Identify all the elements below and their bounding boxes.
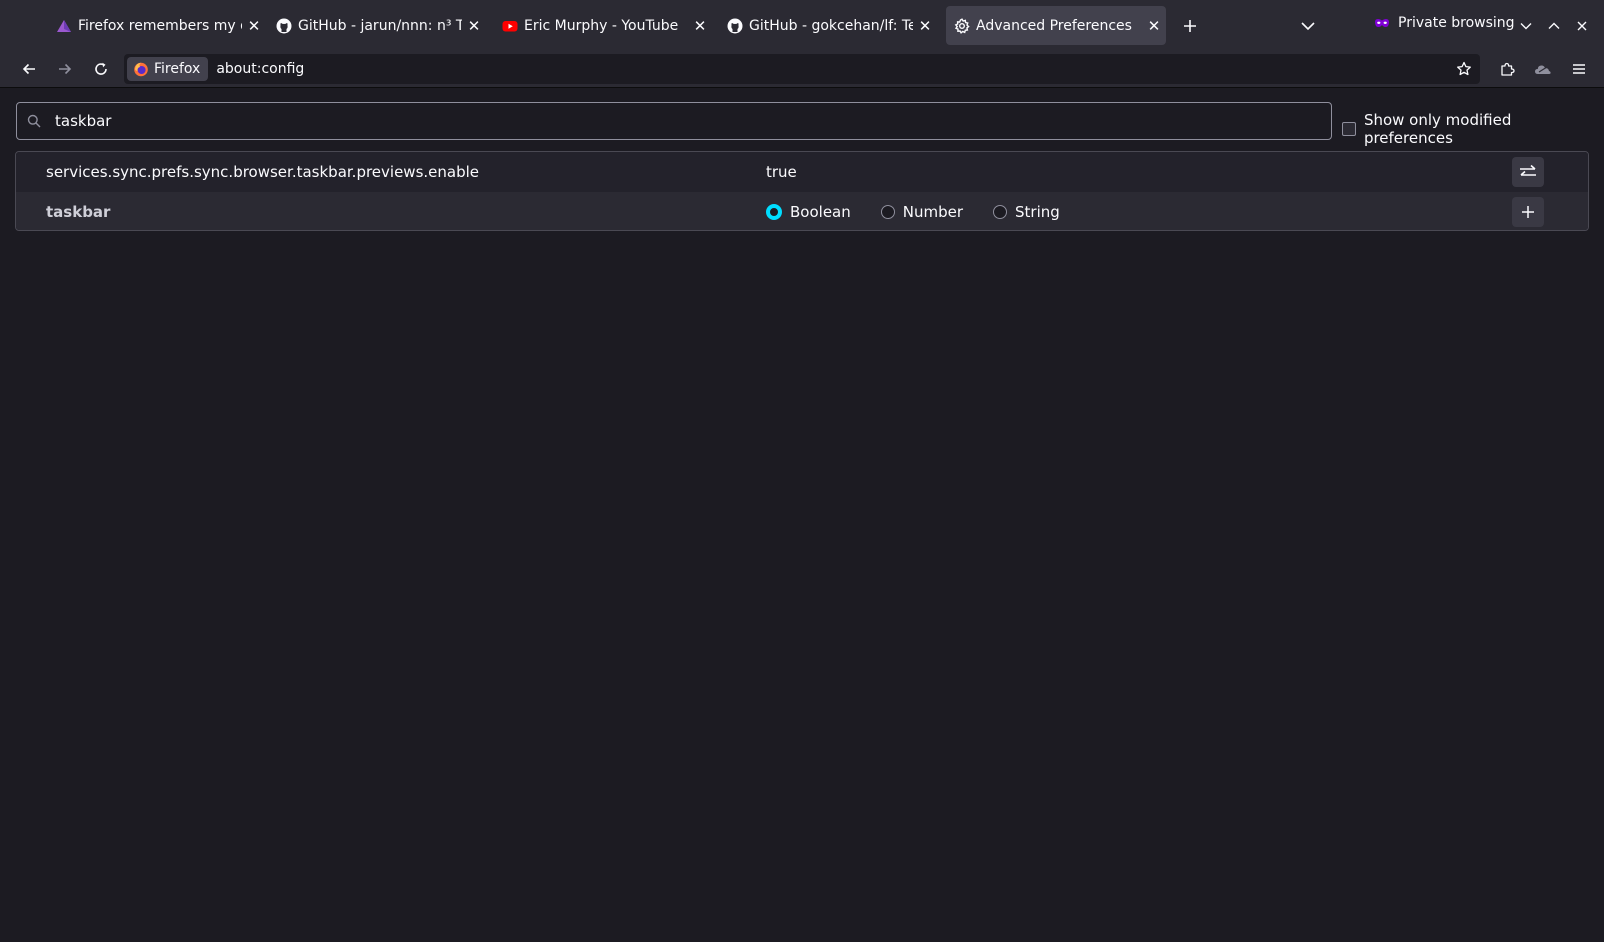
show-modified-label: Show only modified preferences — [1363, 111, 1512, 147]
new-tab-button[interactable] — [1176, 12, 1204, 40]
reload-icon — [95, 62, 107, 75]
radio-indicator[interactable] — [880, 205, 895, 219]
forward-button[interactable] — [50, 54, 80, 84]
app-menu-button[interactable] — [1564, 54, 1594, 84]
plus-icon — [1522, 206, 1534, 218]
window-maximize-button[interactable] — [1540, 12, 1568, 40]
search-icon — [27, 113, 43, 129]
tab-title: Advanced Preferences — [976, 17, 1132, 34]
close-tab-icon[interactable]: ✕ — [462, 14, 486, 38]
close-tab-icon[interactable]: ✕ — [1142, 14, 1166, 38]
toggle-button[interactable] — [1512, 157, 1544, 187]
bookmark-star-button[interactable] — [1450, 55, 1478, 83]
chevron-down-icon — [1520, 23, 1532, 30]
puzzle-piece-icon — [1501, 62, 1515, 76]
preference-value[interactable]: true — [766, 163, 797, 181]
extensions-button[interactable] — [1492, 54, 1522, 84]
close-tab-icon[interactable]: ✕ — [242, 14, 266, 38]
close-tab-icon[interactable]: ✕ — [688, 14, 712, 38]
proton-triangle-icon — [56, 18, 72, 34]
new-preference-name: taskbar — [46, 203, 111, 221]
private-mask-icon — [1375, 19, 1389, 27]
gear-icon — [954, 17, 970, 34]
tab-title: GitHub - jarun/nnn: n³ The — [298, 17, 462, 34]
radio-number[interactable]: Number — [880, 203, 964, 221]
tab-advanced-preferences[interactable]: Advanced Preferences ✕ — [946, 6, 1166, 45]
window-minimize-button[interactable] — [1512, 12, 1540, 40]
url-text[interactable]: about:config — [216, 61, 1450, 77]
back-arrow-icon — [22, 63, 35, 75]
account-cloud-icon — [1535, 65, 1551, 74]
search-input[interactable] — [53, 111, 1331, 131]
browser-window: Firefox remembers my dow ✕ GitHub - jaru… — [0, 0, 1604, 942]
github-icon — [276, 18, 292, 34]
preference-search-box[interactable] — [16, 102, 1332, 140]
radio-label: Boolean — [790, 203, 851, 221]
identity-label: Firefox — [154, 61, 201, 77]
preference-type-radio-group: Boolean Number String — [766, 203, 1060, 221]
toggle-arrows-icon — [1520, 164, 1536, 176]
private-browsing-indicator: Private browsing — [1374, 15, 1515, 31]
back-button[interactable] — [14, 54, 44, 84]
chevron-down-icon — [1301, 22, 1315, 31]
about-config-page: Show only modified preferences services.… — [0, 88, 1604, 942]
tab-title: Firefox remembers my dow — [78, 17, 242, 34]
radio-boolean[interactable]: Boolean — [766, 203, 851, 221]
private-browsing-label: Private browsing — [1398, 15, 1515, 31]
preferences-table: services.sync.prefs.sync.browser.taskbar… — [15, 151, 1589, 231]
window-close-button[interactable] — [1568, 12, 1596, 40]
table-row: services.sync.prefs.sync.browser.taskbar… — [16, 152, 1588, 192]
tab-youtube[interactable]: Eric Murphy - YouTube ✕ — [494, 6, 712, 45]
close-icon — [1577, 21, 1587, 31]
tab-github-lf[interactable]: GitHub - gokcehan/lf: Term ✕ — [719, 6, 937, 45]
identity-box[interactable]: Firefox — [127, 57, 209, 81]
youtube-icon — [502, 18, 518, 34]
radio-string[interactable]: String — [993, 203, 1060, 221]
reload-button[interactable] — [86, 54, 116, 84]
tab-strip: Firefox remembers my dow ✕ GitHub - jaru… — [0, 0, 1604, 50]
tab-github-nnn[interactable]: GitHub - jarun/nnn: n³ The ✕ — [268, 6, 486, 45]
chevron-up-icon — [1548, 22, 1560, 29]
navigation-toolbar: Firefox about:config — [0, 50, 1604, 88]
hamburger-menu-icon — [1573, 64, 1585, 74]
firefox-logo-icon — [134, 62, 148, 77]
tab-title: GitHub - gokcehan/lf: Term — [749, 17, 913, 34]
table-row: taskbar Boolean Number String — [16, 192, 1588, 230]
account-button[interactable] — [1528, 54, 1558, 84]
github-icon — [727, 18, 743, 34]
radio-label: Number — [902, 203, 964, 221]
show-modified-checkbox[interactable] — [1342, 122, 1356, 136]
preference-name: services.sync.prefs.sync.browser.taskbar… — [46, 163, 480, 181]
radio-selected-indicator[interactable] — [766, 204, 782, 220]
url-bar[interactable]: Firefox about:config — [124, 54, 1480, 84]
plus-icon — [1184, 20, 1196, 32]
tab-firefox-downloads[interactable]: Firefox remembers my dow ✕ — [48, 6, 266, 45]
list-all-tabs-button[interactable] — [1294, 12, 1322, 40]
radio-indicator[interactable] — [993, 205, 1008, 219]
close-tab-icon[interactable]: ✕ — [913, 14, 937, 38]
star-icon — [1457, 61, 1471, 76]
add-preference-button[interactable] — [1512, 197, 1544, 227]
tab-title: Eric Murphy - YouTube — [524, 17, 679, 34]
show-modified-option[interactable]: Show only modified preferences — [1342, 111, 1604, 147]
forward-arrow-icon — [59, 63, 72, 75]
radio-label: String — [1015, 203, 1060, 221]
